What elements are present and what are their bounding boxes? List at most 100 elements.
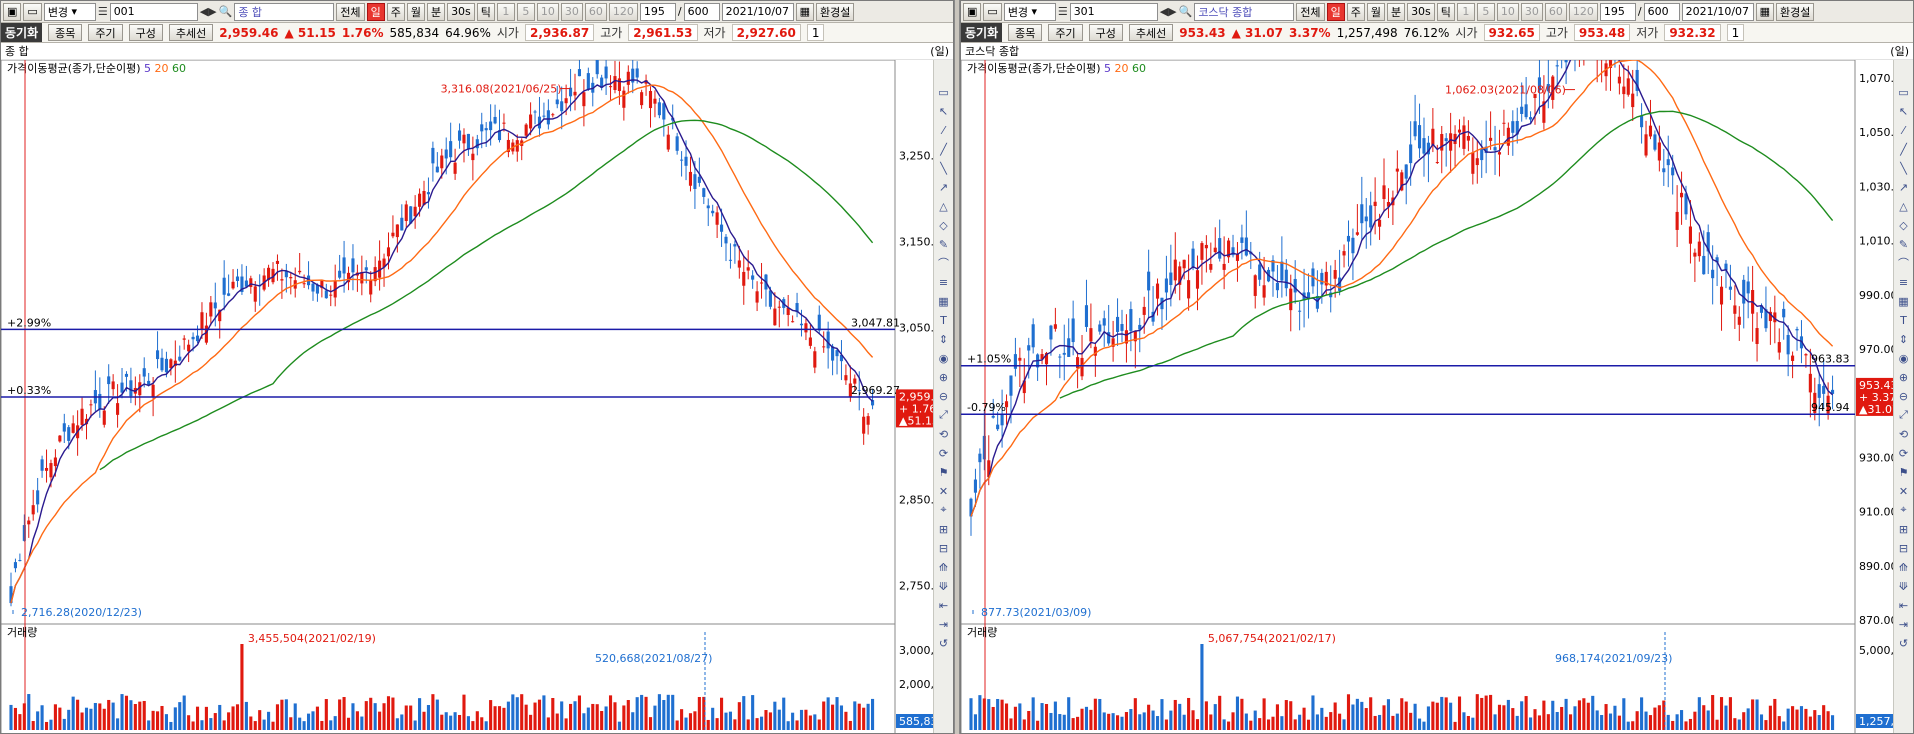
calendar-icon[interactable]: ▦	[1755, 2, 1775, 21]
drawing-tool-icon[interactable]: ╱	[1896, 141, 1912, 157]
drawing-tool-icon[interactable]: ⚑	[936, 464, 952, 480]
drawing-tool-icon[interactable]: ▭	[1896, 84, 1912, 100]
period-button[interactable]: 주기	[88, 24, 123, 41]
period-tick-button[interactable]: 틱	[476, 2, 495, 21]
interval-30[interactable]: 30	[1520, 2, 1543, 21]
drawing-tool-icon[interactable]: T	[1896, 312, 1912, 328]
drawing-tool-icon[interactable]: ⇤	[1896, 597, 1912, 613]
interval-1[interactable]: 1	[496, 2, 515, 21]
drawing-tool-icon[interactable]: △	[1896, 198, 1912, 214]
count-total-input[interactable]: 600	[1643, 2, 1680, 21]
interval-30[interactable]: 30	[560, 2, 583, 21]
drawing-tool-icon[interactable]: ↺	[936, 635, 952, 651]
search-icon[interactable]: 🔍	[1179, 5, 1193, 18]
drawing-tool-icon[interactable]: ↖	[1896, 103, 1912, 119]
period-day-button[interactable]: 일	[366, 2, 385, 21]
drawing-tool-icon[interactable]: ╱	[936, 141, 952, 157]
drawing-tool-icon[interactable]: ↗	[936, 179, 952, 195]
drawing-tool-icon[interactable]: ⟳	[1896, 445, 1912, 461]
period-month-button[interactable]: 월	[406, 2, 425, 21]
count-input[interactable]: 195	[1599, 2, 1636, 21]
compose-button[interactable]: 구성	[1088, 24, 1123, 41]
drawing-tool-icon[interactable]: ⌒	[1896, 255, 1912, 271]
date-input[interactable]: 2021/10/07	[1681, 2, 1754, 21]
drawing-tool-icon[interactable]: ⊞	[1896, 521, 1912, 537]
drawing-tool-icon[interactable]: ⊕	[1896, 369, 1912, 385]
period-30s-button[interactable]: 30s	[447, 2, 475, 21]
drawing-tool-icon[interactable]: ╲	[936, 160, 952, 176]
layout-icon[interactable]: ▣	[963, 2, 982, 21]
window-icon[interactable]: ▭	[983, 2, 1002, 21]
drawing-tool-icon[interactable]: ⌖	[936, 502, 952, 518]
drawing-tool-icon[interactable]: ▭	[936, 84, 952, 100]
drawing-tool-icon[interactable]: ⤢	[936, 407, 952, 423]
code-input[interactable]: 001	[109, 2, 198, 21]
period-30s-button[interactable]: 30s	[1407, 2, 1435, 21]
item-button[interactable]: 종목	[1008, 24, 1043, 41]
layout-icon[interactable]: ▣	[3, 2, 22, 21]
search-icon[interactable]: 🔍	[219, 5, 233, 18]
date-input[interactable]: 2021/10/07	[721, 2, 794, 21]
code-input[interactable]: 301	[1069, 2, 1158, 21]
drawing-tool-icon[interactable]: ⟳	[936, 445, 952, 461]
drawing-tool-icon[interactable]: ≡	[936, 274, 952, 290]
period-month-button[interactable]: 월	[1366, 2, 1385, 21]
period-min-button[interactable]: 분	[1386, 2, 1406, 21]
drawing-tool-icon[interactable]: ◇	[936, 217, 952, 233]
change-select[interactable]: 변경 ▾	[1003, 2, 1056, 21]
calendar-icon[interactable]: ▦	[795, 2, 815, 21]
menu-icon[interactable]: ☰	[98, 5, 108, 18]
drawing-tool-icon[interactable]: ◇	[1896, 217, 1912, 233]
chart-area[interactable]: 가격이동평균(종가,단순이평) 5 20 60 3,250.00 3,150.00 3…	[1, 60, 953, 733]
interval-10[interactable]: 10	[536, 2, 559, 21]
drawing-tool-icon[interactable]: ⊕	[936, 369, 952, 385]
period-button[interactable]: 주기	[1048, 24, 1083, 41]
interval-5[interactable]: 5	[1476, 2, 1495, 21]
drawing-tool-icon[interactable]: ≡	[1896, 274, 1912, 290]
drawing-tool-icon[interactable]: ▦	[936, 293, 952, 309]
drawing-tool-icon[interactable]: ⟱	[1896, 578, 1912, 594]
interval-120[interactable]: 120	[1568, 2, 1598, 21]
drawing-tool-icon[interactable]: ⇥	[936, 616, 952, 632]
drawing-tool-icon[interactable]: ⟲	[1896, 426, 1912, 442]
drawing-tool-icon[interactable]: ⁄	[1896, 122, 1912, 138]
change-select[interactable]: 변경 ▾	[43, 2, 96, 21]
period-tick-button[interactable]: 틱	[1436, 2, 1455, 21]
window-icon[interactable]: ▭	[23, 2, 42, 21]
drawing-tool-icon[interactable]: △	[936, 198, 952, 214]
drawing-tool-icon[interactable]: ⌒	[936, 255, 952, 271]
trendline-button[interactable]: 추세선	[168, 24, 214, 41]
interval-60[interactable]: 60	[584, 2, 607, 21]
name-input[interactable]: 코스닥 종합	[1194, 2, 1295, 21]
interval-120[interactable]: 120	[608, 2, 638, 21]
drawing-tool-icon[interactable]: ✎	[936, 236, 952, 252]
drawing-tool-icon[interactable]: ⤢	[1896, 407, 1912, 423]
interval-10[interactable]: 10	[1496, 2, 1519, 21]
prev-next-icon[interactable]: ◀▶	[1160, 5, 1177, 18]
drawing-tool-icon[interactable]: ⇕	[936, 331, 952, 347]
drawing-tool-icon[interactable]: ⌖	[1896, 502, 1912, 518]
drawing-tool-icon[interactable]: ▦	[1896, 293, 1912, 309]
period-week-button[interactable]: 주	[1346, 2, 1365, 21]
trendline-button[interactable]: 추세선	[1128, 24, 1174, 41]
spin-box[interactable]: 1	[1726, 24, 1745, 41]
compose-button[interactable]: 구성	[128, 24, 163, 41]
item-button[interactable]: 종목	[48, 24, 83, 41]
drawing-tool-icon[interactable]: ✕	[1896, 483, 1912, 499]
period-min-button[interactable]: 분	[426, 2, 446, 21]
drawing-tool-icon[interactable]: ✎	[1896, 236, 1912, 252]
drawing-tool-icon[interactable]: T	[936, 312, 952, 328]
drawing-tool-icon[interactable]: ⚑	[1896, 464, 1912, 480]
drawing-tool-icon[interactable]: ⇕	[1896, 331, 1912, 347]
prev-next-icon[interactable]: ◀▶	[200, 5, 217, 18]
interval-1[interactable]: 1	[1456, 2, 1475, 21]
env-button[interactable]: 환경설	[816, 2, 855, 21]
drawing-tool-icon[interactable]: ⊟	[936, 540, 952, 556]
drawing-tool-icon[interactable]: ◉	[936, 350, 952, 366]
drawing-tool-icon[interactable]: ⟰	[1896, 559, 1912, 575]
drawing-tool-icon[interactable]: ⟰	[936, 559, 952, 575]
drawing-tool-icon[interactable]: ✕	[936, 483, 952, 499]
interval-60[interactable]: 60	[1544, 2, 1567, 21]
drawing-tool-icon[interactable]: ⇥	[1896, 616, 1912, 632]
drawing-tool-icon[interactable]: ⟲	[936, 426, 952, 442]
